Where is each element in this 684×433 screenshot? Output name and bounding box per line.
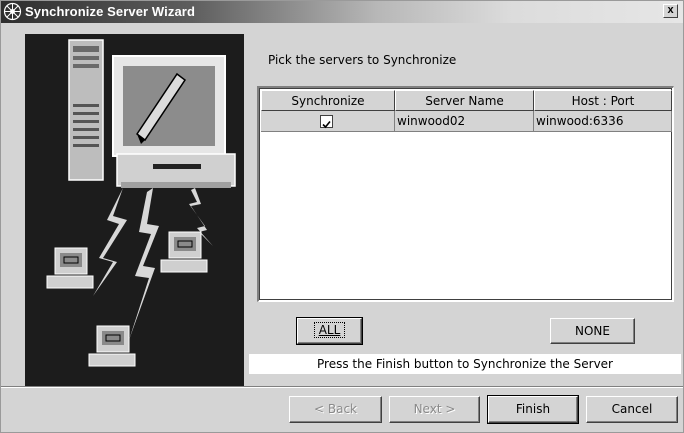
network-illustration-icon — [25, 34, 244, 387]
synchronize-checkbox[interactable] — [320, 115, 333, 129]
select-none-button[interactable]: NONE — [550, 318, 635, 344]
title-bar[interactable]: Synchronize Server Wizard x — [1, 1, 683, 23]
wizard-illustration — [25, 34, 244, 387]
table-header: Synchronize Server Name Host : Port — [261, 90, 672, 111]
checkmark-icon — [322, 120, 331, 129]
status-message: Press the Finish button to Synchronize t… — [249, 354, 681, 374]
back-button[interactable]: < Back — [289, 396, 382, 423]
footer-divider-highlight — [1, 387, 683, 388]
server-table[interactable]: Synchronize Server Name Host : Port winw… — [257, 86, 674, 302]
wizard-icon — [3, 2, 22, 21]
all-label: ALL — [313, 322, 346, 338]
synchronize-cell[interactable] — [261, 111, 395, 132]
next-button[interactable]: Next > — [389, 396, 480, 423]
finish-button[interactable]: Finish — [487, 395, 579, 424]
column-header-host-port[interactable]: Host : Port — [534, 90, 672, 111]
cancel-button[interactable]: Cancel — [586, 396, 678, 423]
host-port-cell[interactable]: winwood:6336 — [534, 111, 672, 132]
column-header-synchronize[interactable]: Synchronize — [261, 90, 395, 111]
instruction-label: Pick the servers to Synchronize — [268, 53, 457, 67]
close-icon: x — [667, 4, 674, 16]
wizard-dialog: Synchronize Server Wizard x Pick the ser… — [0, 0, 684, 433]
select-all-button[interactable]: ALL — [296, 317, 363, 345]
close-button[interactable]: x — [663, 4, 678, 18]
window-title: Synchronize Server Wizard — [25, 4, 195, 19]
column-header-server-name[interactable]: Server Name — [395, 90, 534, 111]
server-name-cell[interactable]: winwood02 — [395, 111, 534, 132]
table-row[interactable]: winwood02 winwood:6336 — [261, 111, 672, 132]
